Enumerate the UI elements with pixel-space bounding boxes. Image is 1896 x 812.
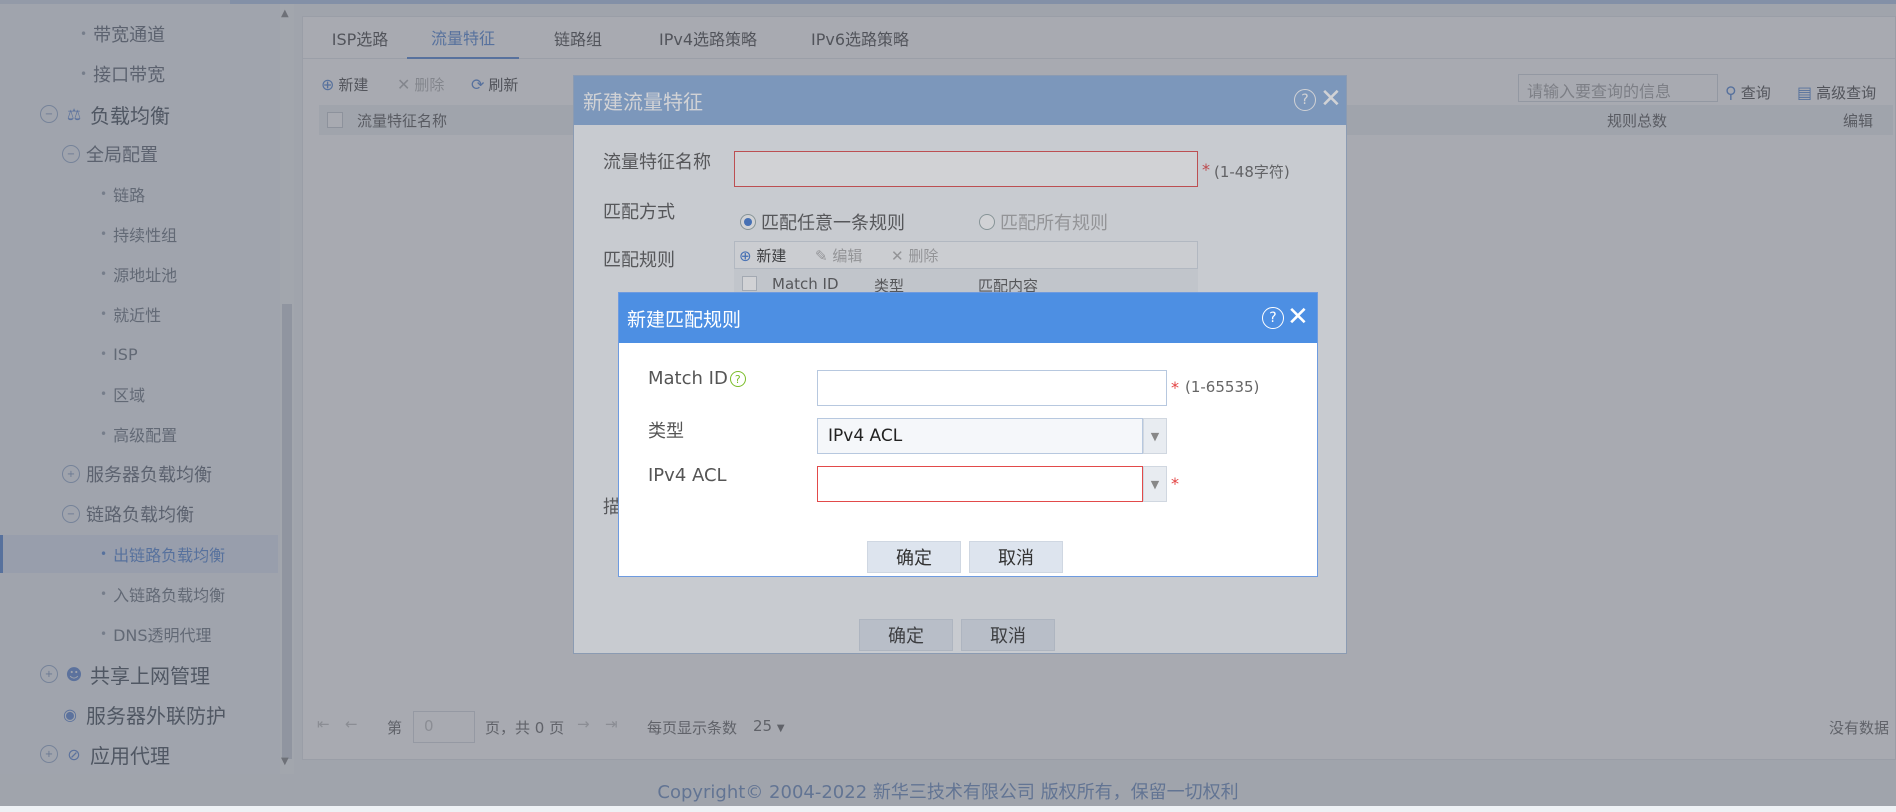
match-id-label: Match ID? xyxy=(648,368,746,389)
rule-ok-button[interactable]: 确定 xyxy=(867,541,961,573)
rule-cancel-button[interactable]: 取消 xyxy=(969,541,1063,573)
chevron-down-icon[interactable]: ▼ xyxy=(1143,466,1167,502)
ipv4-acl-label: IPv4 ACL xyxy=(648,465,727,486)
dialog-title: 新建匹配规则 xyxy=(627,309,742,331)
required-mark: * xyxy=(1171,378,1179,397)
ipv4-acl-select[interactable] xyxy=(817,466,1143,502)
type-label: 类型 xyxy=(648,421,684,442)
required-mark: * xyxy=(1171,474,1179,493)
dialog-header: 新建匹配规则 ? ✕ xyxy=(619,293,1317,343)
close-icon[interactable]: ✕ xyxy=(1287,303,1309,331)
match-id-hint: (1-65535) xyxy=(1185,378,1260,396)
new-match-rule-dialog: 新建匹配规则 ? ✕ Match ID? * (1-65535) 类型 IPv4… xyxy=(618,292,1318,577)
match-id-input[interactable] xyxy=(817,370,1167,406)
help-icon[interactable]: ? xyxy=(1262,307,1284,329)
help-circle-icon[interactable]: ? xyxy=(729,371,746,387)
type-select[interactable]: IPv4 ACL xyxy=(817,418,1143,454)
chevron-down-icon[interactable]: ▼ xyxy=(1143,418,1167,454)
